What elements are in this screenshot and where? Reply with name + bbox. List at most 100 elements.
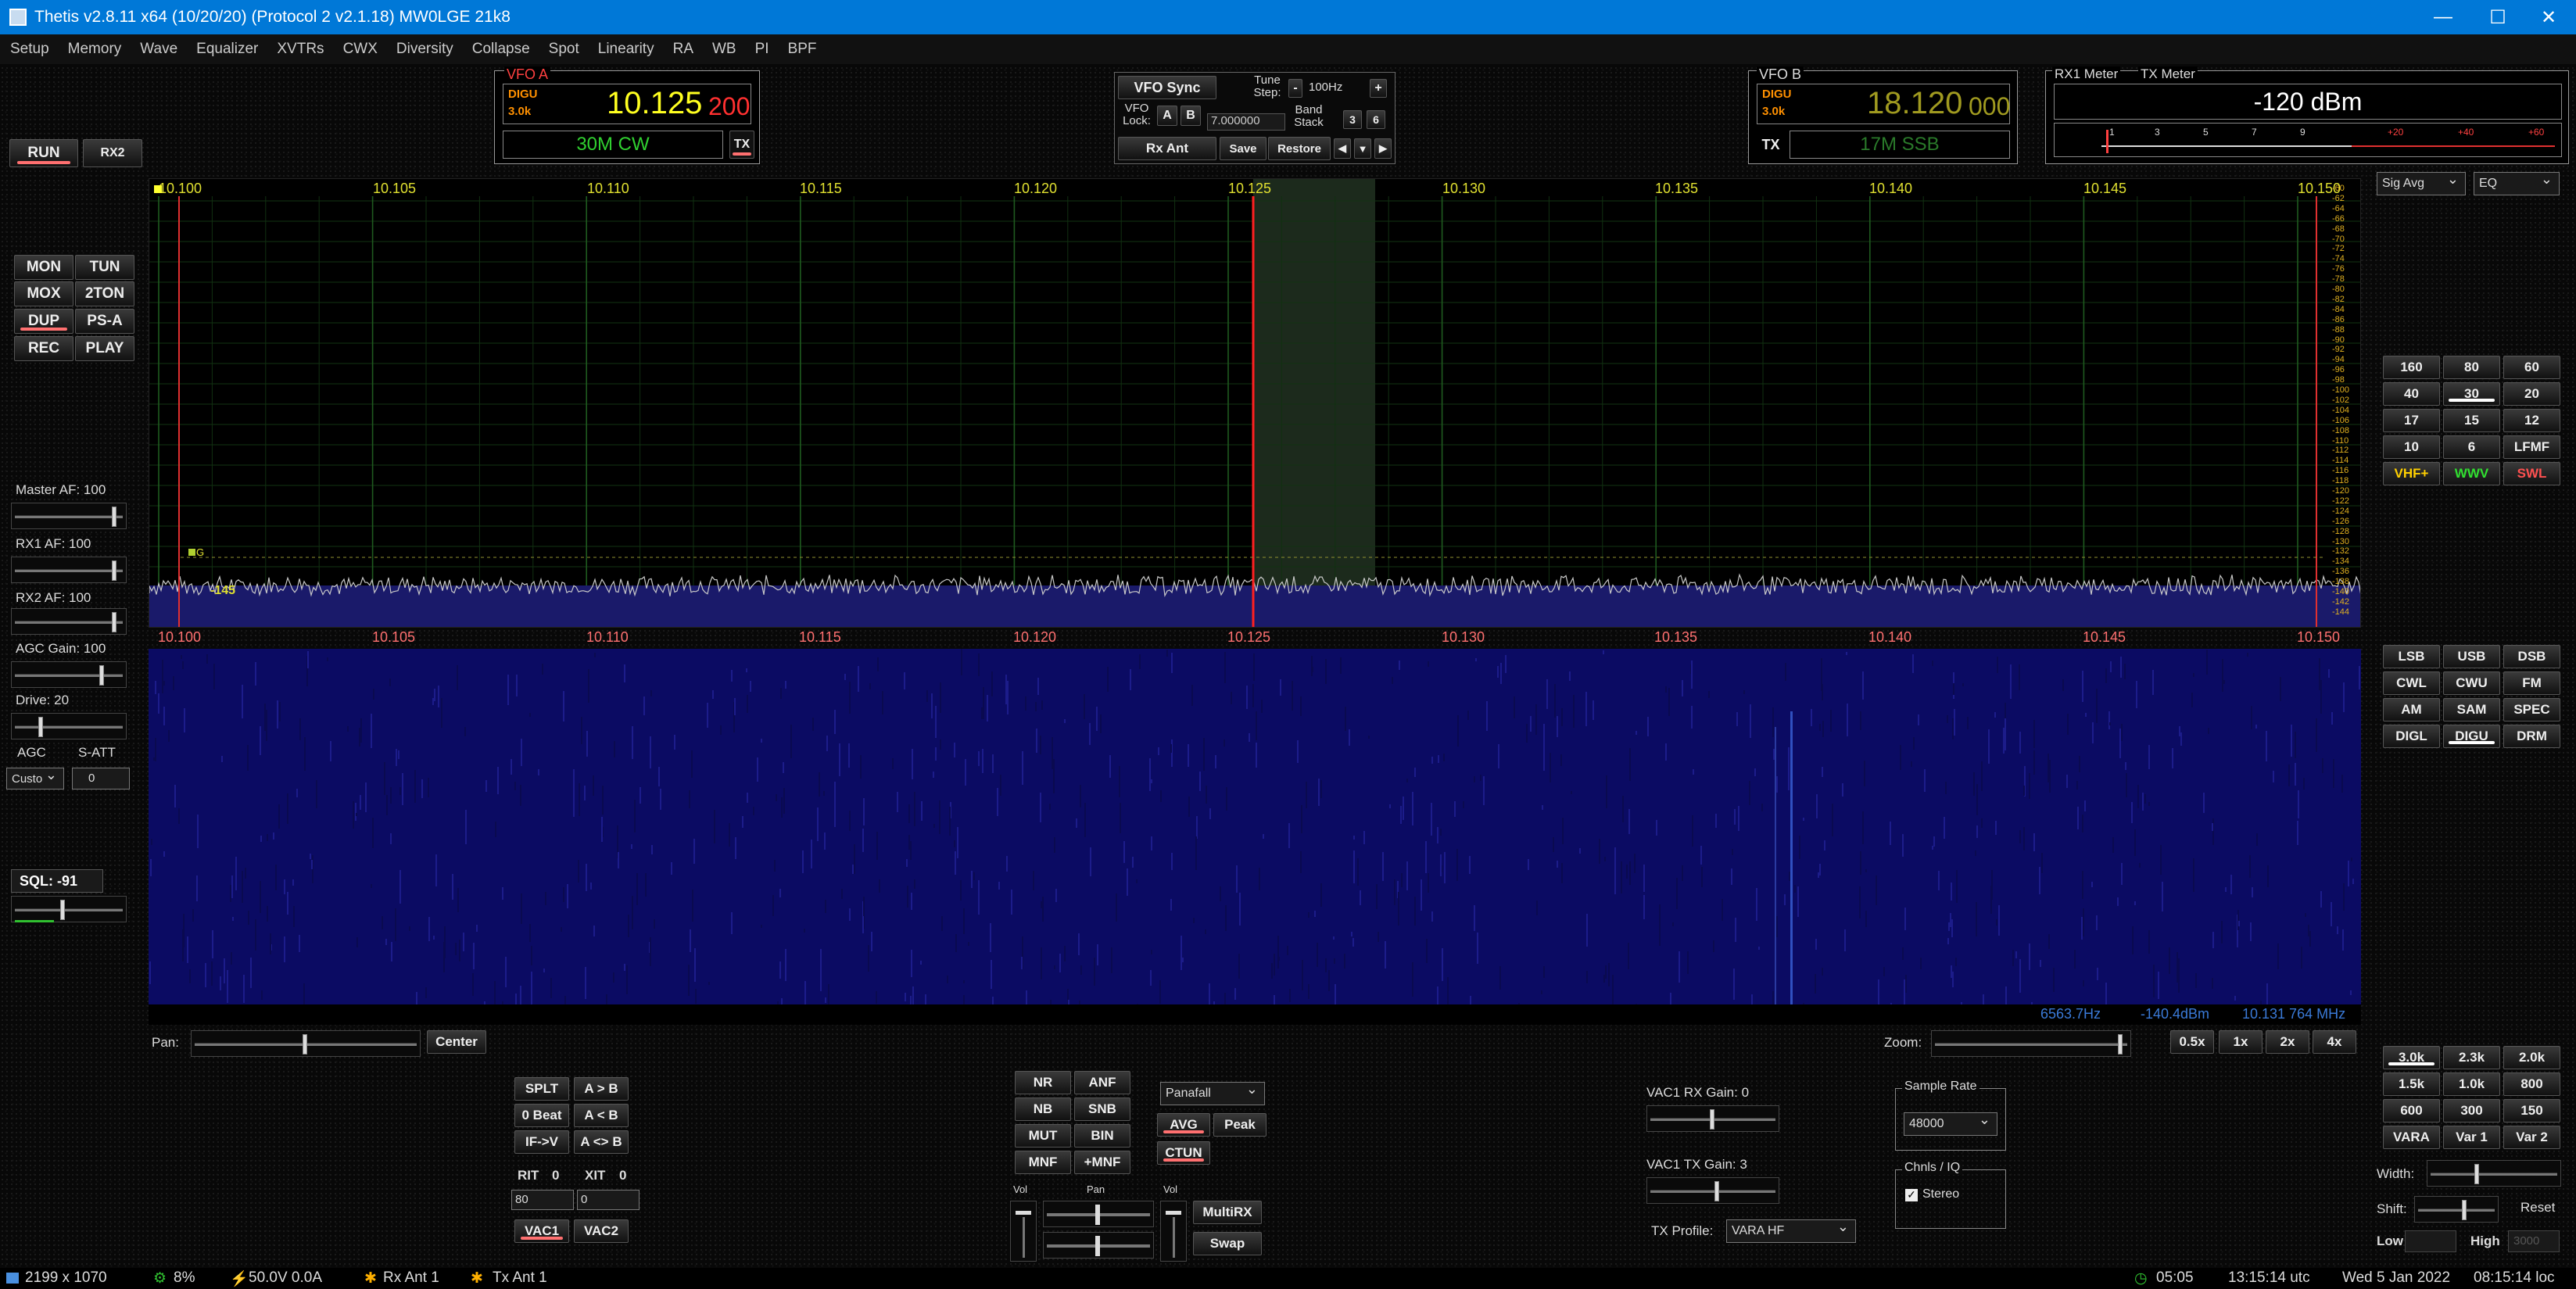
a-swap-b-button[interactable]: A <> B	[574, 1130, 629, 1154]
mode-sam[interactable]: SAM	[2443, 698, 2500, 721]
filter-2-0k[interactable]: 2.0k	[2503, 1046, 2560, 1069]
mox-button[interactable]: MOX	[14, 281, 73, 306]
swap-button[interactable]: Swap	[1193, 1232, 1262, 1255]
tx-profile-select[interactable]: VARA HF	[1726, 1219, 1856, 1243]
menu-cwx[interactable]: CWX	[335, 41, 386, 58]
menu-equalizer[interactable]: Equalizer	[188, 41, 267, 58]
low-stepper[interactable]	[2405, 1230, 2456, 1252]
vfoa-band[interactable]: 30M CW	[503, 131, 723, 159]
filter-800[interactable]: 800	[2503, 1072, 2560, 1096]
mode-cwl[interactable]: CWL	[2383, 671, 2440, 695]
psa-button[interactable]: PS-A	[75, 309, 134, 334]
pan-slider-rx2[interactable]	[1043, 1232, 1154, 1259]
meter-mode-select[interactable]: Sig Avg	[2377, 171, 2466, 195]
eq-select[interactable]: EQ	[2474, 171, 2560, 195]
maximize-button[interactable]: ☐	[2470, 0, 2525, 34]
band-20[interactable]: 20	[2503, 382, 2560, 406]
band-60[interactable]: 60	[2503, 356, 2560, 379]
width-slider[interactable]	[2427, 1160, 2561, 1187]
pan-slider-rx1[interactable]	[1043, 1201, 1154, 1227]
peak-button[interactable]: Peak	[1213, 1113, 1267, 1137]
drive-slider[interactable]	[11, 713, 127, 739]
band-lfmf[interactable]: LFMF	[2503, 435, 2560, 459]
pan-slider[interactable]	[191, 1030, 421, 1057]
tune-step-value[interactable]: 100Hz	[1309, 81, 1342, 94]
restore-button[interactable]: Restore	[1268, 137, 1331, 160]
band-10[interactable]: 10	[2383, 435, 2440, 459]
save-button[interactable]: Save	[1220, 137, 1267, 160]
filter-1-5k[interactable]: 1.5k	[2383, 1072, 2440, 1096]
menu-wave[interactable]: Wave	[131, 41, 186, 58]
waterfall-display[interactable]	[149, 649, 2361, 1004]
tx-meter-label[interactable]: TX Meter	[2138, 66, 2198, 82]
prev-icon[interactable]: ◀	[1334, 138, 1351, 159]
sql-slider[interactable]	[11, 896, 127, 922]
b-to-a-button[interactable]: A < B	[574, 1104, 629, 1127]
tune-step-plus[interactable]: +	[1370, 79, 1387, 98]
filter-600[interactable]: 600	[2383, 1099, 2440, 1123]
shift-slider[interactable]	[2414, 1196, 2499, 1223]
band-17[interactable]: 17	[2383, 409, 2440, 432]
menu-pi[interactable]: PI	[747, 41, 778, 58]
mut-button[interactable]: MUT	[1015, 1124, 1071, 1148]
rec-button[interactable]: REC	[14, 336, 73, 361]
mode-digl[interactable]: DIGL	[2383, 725, 2440, 748]
sql-button[interactable]: SQL: -91	[11, 869, 103, 893]
band-12[interactable]: 12	[2503, 409, 2560, 432]
filter-var-2[interactable]: Var 2	[2503, 1126, 2560, 1149]
rx-meter-label[interactable]: RX1 Meter	[2052, 66, 2121, 82]
zero-beat-button[interactable]: 0 Beat	[514, 1104, 569, 1127]
vac1-tx-gain-slider[interactable]	[1646, 1177, 1779, 1204]
bin-button[interactable]: BIN	[1074, 1124, 1130, 1148]
sample-rate-select[interactable]: 48000	[1904, 1112, 1997, 1136]
filter-3-0k[interactable]: 3.0k	[2383, 1046, 2440, 1069]
mode-usb[interactable]: USB	[2443, 645, 2500, 668]
close-button[interactable]: ✕	[2521, 0, 2576, 34]
rx-ant-button[interactable]: Rx Ant	[1118, 137, 1216, 160]
zoom-05x-button[interactable]: 0.5x	[2170, 1030, 2214, 1054]
nr-button[interactable]: NR	[1015, 1071, 1071, 1094]
multirx-button[interactable]: MultiRX	[1193, 1201, 1262, 1224]
reset-button[interactable]: Reset	[2520, 1200, 2555, 1216]
menu-setup[interactable]: Setup	[2, 41, 58, 58]
zoom-4x-button[interactable]: 4x	[2313, 1030, 2356, 1054]
down-icon[interactable]: ▼	[1354, 138, 1371, 159]
mnf-button[interactable]: MNF	[1015, 1151, 1071, 1174]
vfo-lock-b[interactable]: B	[1181, 106, 1201, 126]
menu-wb[interactable]: WB	[704, 41, 745, 58]
menu-linearity[interactable]: Linearity	[589, 41, 663, 58]
master-af-slider[interactable]	[11, 503, 127, 529]
menu-collapse[interactable]: Collapse	[464, 41, 539, 58]
menu-diversity[interactable]: Diversity	[388, 41, 462, 58]
agc-gain-slider[interactable]	[11, 661, 127, 688]
high-stepper[interactable]: 3000	[2508, 1230, 2560, 1252]
anf-button[interactable]: ANF	[1074, 1071, 1130, 1094]
tun-button[interactable]: TUN	[75, 255, 134, 280]
satt-stepper[interactable]: 0	[72, 768, 130, 790]
filter-2-3k[interactable]: 2.3k	[2443, 1046, 2500, 1069]
rx1-af-slider[interactable]	[11, 557, 127, 583]
filter-vara[interactable]: VARA	[2383, 1126, 2440, 1149]
band-40[interactable]: 40	[2383, 382, 2440, 406]
filter-150[interactable]: 150	[2503, 1099, 2560, 1123]
rit-stepper[interactable]: 80	[511, 1190, 574, 1210]
plus-mnf-button[interactable]: +MNF	[1074, 1151, 1130, 1174]
mode-fm[interactable]: FM	[2503, 671, 2560, 695]
mode-drm[interactable]: DRM	[2503, 725, 2560, 748]
vfoa-display[interactable]: DIGU 3.0k 10.125 200	[503, 84, 751, 124]
nb-button[interactable]: NB	[1015, 1097, 1071, 1121]
dup-button[interactable]: DUP	[14, 309, 73, 334]
vfob-tx-button[interactable]: TX	[1757, 131, 1785, 159]
vac1-button[interactable]: VAC1	[514, 1219, 569, 1243]
vac1-rx-gain-slider[interactable]	[1646, 1105, 1779, 1132]
vol-slider-2[interactable]	[1160, 1201, 1187, 1262]
ctun-button[interactable]: CTUN	[1157, 1141, 1210, 1165]
mode-spec[interactable]: SPEC	[2503, 698, 2560, 721]
2ton-button[interactable]: 2TON	[75, 281, 134, 306]
band-30[interactable]: 30	[2443, 382, 2500, 406]
band-wwv[interactable]: WWV	[2443, 462, 2500, 485]
center-button[interactable]: Center	[427, 1030, 486, 1054]
mon-button[interactable]: MON	[14, 255, 73, 280]
a-to-b-button[interactable]: A > B	[574, 1077, 629, 1101]
rit-button[interactable]: RIT	[518, 1168, 539, 1183]
